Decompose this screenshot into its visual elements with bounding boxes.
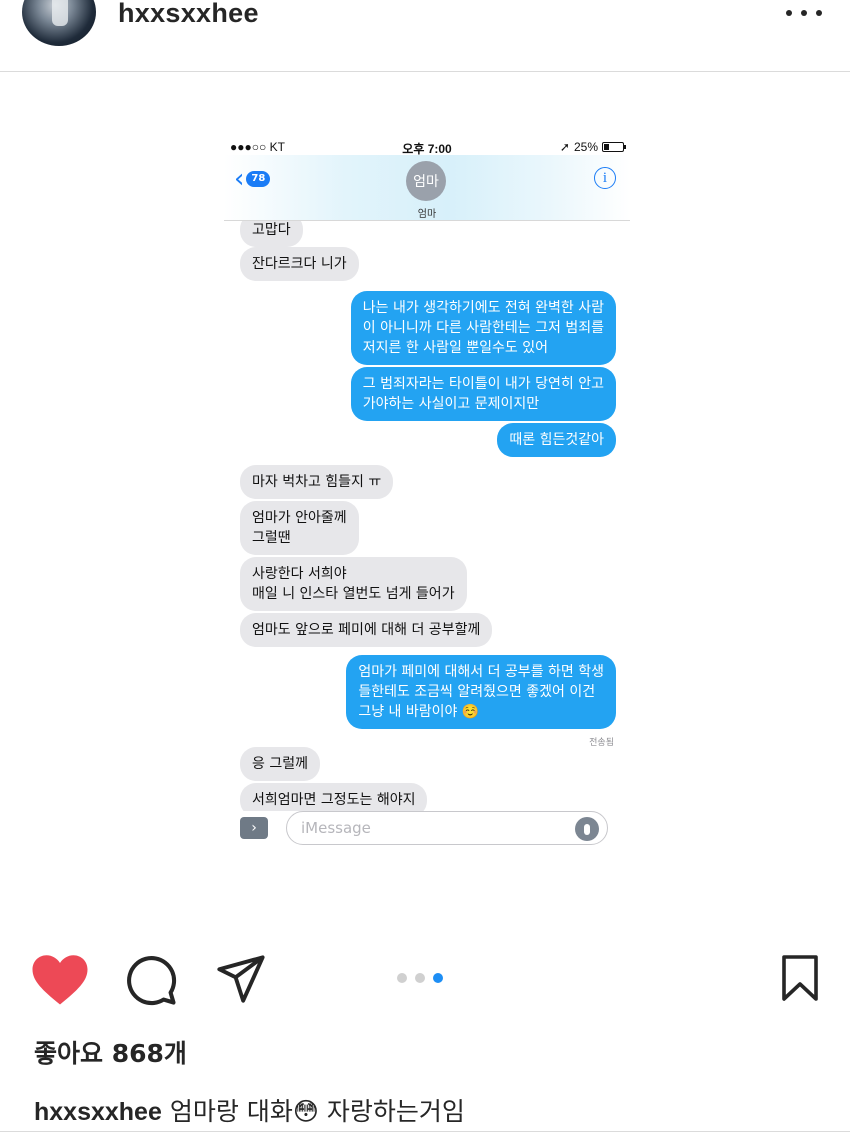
conversation-navbar: ‹ 78 엄마 엄마 i [224,155,630,221]
share-icon[interactable] [214,953,268,1009]
post-actions [0,945,850,1015]
back-button[interactable]: ‹ 78 [234,164,271,194]
heart-icon[interactable] [30,951,90,1011]
comment-icon[interactable] [124,953,178,1011]
message-bubble-received: 사랑한다 서희야 매일 니 인스타 열번도 넘게 들어가 [240,557,467,611]
message-bubble-received: 잔다르크다 니가 [240,247,359,281]
like-count[interactable]: 좋아요 868개 [34,1034,187,1070]
input-placeholder: iMessage [301,819,371,837]
chevron-left-icon: ‹ [234,164,245,194]
message-bubble-received: 마자 벅차고 힘들지 ㅠ [240,465,394,499]
battery-label: 25% [573,140,598,154]
mic-icon[interactable] [575,817,599,841]
carousel-indicator [397,973,443,983]
username-link[interactable]: hxxsxxhee [118,0,259,29]
carousel-dot-active[interactable] [433,973,443,983]
info-icon[interactable]: i [594,167,616,189]
contact-avatar[interactable]: 엄마 [406,161,446,201]
bookmark-icon[interactable] [780,953,820,1007]
caption-username[interactable]: hxxsxxhee [34,1098,162,1126]
apps-expand-button[interactable]: › [240,817,268,839]
battery-indicator: ➚ 25% [559,140,626,154]
post-caption: hxxsxxhee 엄마랑 대화😳 자랑하는거임 [34,1092,465,1128]
message-bubble-sent: 때론 힘든것같아 [497,423,616,457]
message-thread: 고맙다 잔다르크다 니가 나는 내가 생각하기에도 전혀 완벽한 사람 이 아니… [224,221,630,811]
contact-name[interactable]: 엄마 [224,205,630,220]
message-bubble-sent: 그 범죄자라는 타이틀이 내가 당연히 안고 가야하는 사실이고 문제이지만 [350,367,616,421]
more-options-icon[interactable] [786,6,822,20]
message-bubble-sent: 엄마가 페미에 대해서 더 공부를 하면 학생 들한테도 조금씩 알려줬으면 좋… [346,655,616,729]
message-composer: › iMessage [224,805,630,855]
imessage-input[interactable]: iMessage [286,811,608,845]
message-bubble-received: 고맙다 [240,221,303,247]
divider [0,1131,850,1132]
message-bubble-received: 엄마도 앞으로 페미에 대해 더 공부할께 [240,613,493,647]
message-bubble-received: 응 그럴께 [240,747,320,781]
post-image[interactable]: ●●●○○ KT 오후 7:00 ➚ 25% ‹ 78 엄마 엄마 i 고맙다 … [0,73,850,943]
message-bubble-received: 엄마가 안아줄께 그럴땐 [240,501,359,555]
post-header: hxxsxxhee [0,0,850,72]
battery-icon [602,142,626,152]
carousel-dot[interactable] [415,973,425,983]
delivered-label: 전송됨 [589,738,614,748]
avatar[interactable] [22,0,96,46]
caption-text: 엄마랑 대화😳 자랑하는거임 [169,1097,465,1126]
location-arrow-icon: ➚ [559,140,570,154]
imessage-screenshot: ●●●○○ KT 오후 7:00 ➚ 25% ‹ 78 엄마 엄마 i 고맙다 … [224,133,630,873]
message-bubble-sent: 나는 내가 생각하기에도 전혀 완벽한 사람 이 아니니까 다른 사람한테는 그… [350,291,616,365]
carousel-dot[interactable] [397,973,407,983]
unread-count-badge: 78 [246,171,271,187]
